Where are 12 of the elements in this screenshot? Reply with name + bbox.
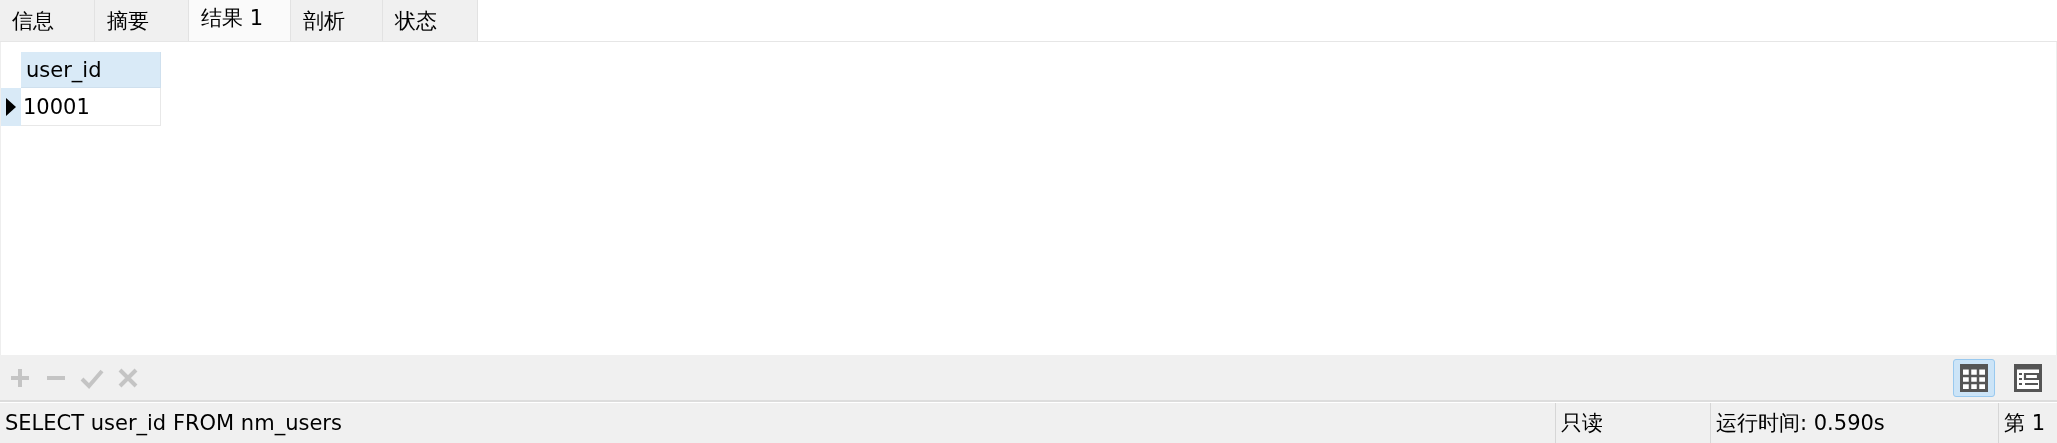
grid-view-button[interactable] — [1953, 358, 1995, 397]
tab[interactable]: 摘要 — [95, 0, 189, 41]
read-only-status: 只读 — [1561, 410, 1603, 437]
tab[interactable]: 剖析 — [291, 0, 383, 41]
column-header[interactable]: user_id — [21, 52, 161, 88]
elapsed-time: 运行时间: 0.590s — [1716, 410, 1885, 437]
tab[interactable]: 状态 — [383, 0, 478, 41]
tab[interactable]: 信息 — [0, 0, 95, 41]
table-cell: 10001 — [21, 88, 161, 126]
tab[interactable]: 结果 1 — [189, 0, 291, 41]
sql-query: SELECT user_id FROM nm_users — [5, 411, 342, 435]
record-position: 第 1 — [2004, 410, 2046, 437]
